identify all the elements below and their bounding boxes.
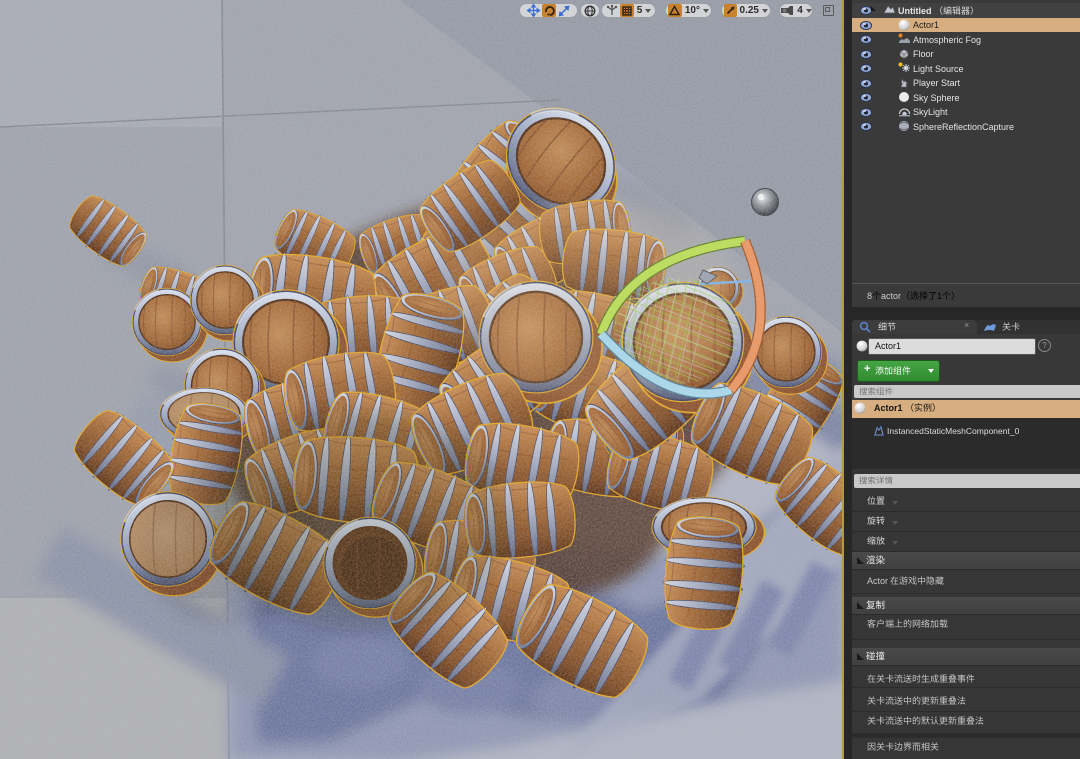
svg-text:1: 1 [937, 291, 942, 301]
